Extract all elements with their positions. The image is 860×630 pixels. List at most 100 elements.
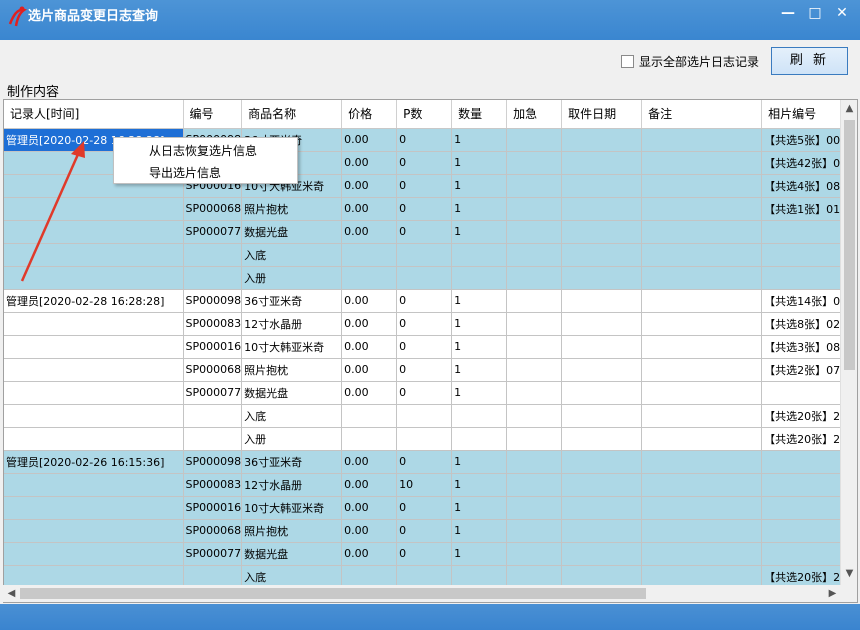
table-cell[interactable]: 0.00 — [341, 220, 398, 244]
table-cell[interactable] — [561, 519, 643, 543]
table-row[interactable]: SP000016 10寸大韩亚米奇 0.00 0 1 【共选3张】08 — [4, 335, 851, 359]
table-cell[interactable]: 【共选1张】01 — [761, 197, 851, 221]
scroll-down-icon[interactable]: ▼ — [841, 565, 857, 582]
table-cell[interactable] — [641, 542, 763, 566]
table-cell[interactable]: 入册 — [241, 427, 343, 451]
table-cell[interactable]: 【共选2张】07 — [761, 358, 851, 382]
column-header[interactable]: 商品名称 — [241, 100, 343, 129]
table-cell[interactable]: 12寸水晶册 — [241, 312, 343, 336]
table-cell[interactable]: SP000098 — [183, 289, 243, 313]
table-row[interactable]: SP000068 照片抱枕 0.00 0 1 【共选1张】01 — [4, 197, 851, 221]
table-cell[interactable] — [561, 220, 643, 244]
table-cell[interactable] — [506, 519, 563, 543]
scroll-up-icon[interactable]: ▲ — [841, 100, 857, 117]
table-cell[interactable]: 1 — [451, 220, 508, 244]
table-cell[interactable] — [506, 335, 563, 359]
table-cell[interactable]: 1 — [451, 128, 508, 152]
table-cell[interactable]: 0.00 — [341, 473, 398, 497]
table-cell[interactable] — [506, 289, 563, 313]
table-cell[interactable]: 0.00 — [341, 381, 398, 405]
table-cell[interactable] — [506, 404, 563, 428]
table-cell[interactable] — [341, 266, 398, 290]
table-cell[interactable]: 1 — [451, 358, 508, 382]
table-cell[interactable]: 1 — [451, 473, 508, 497]
table-cell[interactable]: 照片抱枕 — [241, 197, 343, 221]
table-cell[interactable] — [641, 197, 763, 221]
table-cell[interactable] — [761, 381, 851, 405]
table-cell[interactable]: 0.00 — [341, 519, 398, 543]
table-cell[interactable]: SP000077 — [183, 542, 243, 566]
column-header[interactable]: 记录人[时间] — [4, 100, 184, 129]
table-cell[interactable]: SP000016 — [183, 335, 243, 359]
table-cell[interactable] — [506, 197, 563, 221]
table-cell[interactable] — [641, 519, 763, 543]
table-cell[interactable] — [341, 404, 398, 428]
table-cell[interactable] — [561, 335, 643, 359]
table-cell[interactable]: 0.00 — [341, 289, 398, 313]
table-cell[interactable] — [341, 243, 398, 267]
column-header[interactable]: 编号 — [183, 100, 243, 129]
table-cell[interactable] — [561, 312, 643, 336]
table-cell[interactable] — [761, 450, 851, 474]
table-cell[interactable] — [561, 266, 643, 290]
table-cell[interactable]: 0 — [396, 519, 453, 543]
table-row[interactable]: 管理员[2020-02-26 16:15:36] SP000098 36寸亚米奇 0.… — [4, 450, 851, 474]
table-cell[interactable] — [506, 266, 563, 290]
table-cell[interactable] — [4, 542, 184, 566]
column-header[interactable]: 相片编号 — [761, 100, 851, 129]
table-cell[interactable] — [506, 427, 563, 451]
table-cell[interactable] — [396, 404, 453, 428]
table-cell[interactable]: 【共选8张】02 — [761, 312, 851, 336]
table-cell[interactable] — [561, 174, 643, 198]
table-cell[interactable] — [561, 358, 643, 382]
table-row[interactable]: SP000083 12寸水晶册 0.00 10 1 — [4, 473, 851, 497]
table-cell[interactable] — [183, 266, 243, 290]
table-cell[interactable]: 0 — [396, 220, 453, 244]
table-row[interactable]: 入底 【共选20张】2 — [4, 404, 851, 428]
table-row[interactable]: SP000077 数据光盘 0.00 0 1 — [4, 220, 851, 244]
table-cell[interactable] — [4, 266, 184, 290]
table-cell[interactable] — [506, 542, 563, 566]
export-menu-item[interactable]: 导出选片信息 — [149, 164, 221, 181]
table-cell[interactable]: 1 — [451, 496, 508, 520]
column-header[interactable]: 加急 — [506, 100, 563, 129]
table-cell[interactable]: 数据光盘 — [241, 381, 343, 405]
table-row[interactable]: SP000016 10寸大韩亚米奇 0.00 0 1 — [4, 496, 851, 520]
table-cell[interactable] — [451, 427, 508, 451]
table-cell[interactable] — [4, 381, 184, 405]
table-cell[interactable]: 0 — [396, 289, 453, 313]
table-cell[interactable] — [506, 312, 563, 336]
table-cell[interactable]: 入底 — [241, 243, 343, 267]
table-cell[interactable] — [761, 519, 851, 543]
table-cell[interactable] — [641, 266, 763, 290]
table-cell[interactable]: 12寸水晶册 — [241, 473, 343, 497]
table-cell[interactable]: 0.00 — [341, 174, 398, 198]
table-cell[interactable]: SP000068 — [183, 519, 243, 543]
table-cell[interactable]: 1 — [451, 335, 508, 359]
table-cell[interactable]: 1 — [451, 381, 508, 405]
table-cell[interactable]: 1 — [451, 312, 508, 336]
close-button[interactable]: ✕ — [830, 4, 854, 22]
table-cell[interactable] — [641, 128, 763, 152]
minimize-button[interactable]: — — [776, 4, 800, 22]
table-cell[interactable]: 10寸大韩亚米奇 — [241, 496, 343, 520]
table-cell[interactable]: 0.00 — [341, 496, 398, 520]
table-cell[interactable] — [561, 404, 643, 428]
table-cell[interactable] — [561, 450, 643, 474]
table-cell[interactable]: 0.00 — [341, 128, 398, 152]
table-row[interactable]: SP000077 数据光盘 0.00 0 1 — [4, 542, 851, 566]
table-cell[interactable] — [451, 404, 508, 428]
table-cell[interactable] — [561, 243, 643, 267]
table-cell[interactable] — [4, 404, 184, 428]
table-cell[interactable]: SP000083 — [183, 473, 243, 497]
table-row[interactable]: SP000077 数据光盘 0.00 0 1 — [4, 381, 851, 405]
table-cell[interactable]: 1 — [451, 151, 508, 175]
table-cell[interactable]: SP000077 — [183, 381, 243, 405]
table-cell[interactable] — [183, 243, 243, 267]
table-row[interactable]: 入底 — [4, 243, 851, 267]
vertical-scrollbar[interactable]: ▲ ▼ — [840, 100, 857, 602]
table-cell[interactable]: 0 — [396, 174, 453, 198]
table-cell[interactable]: 10 — [396, 473, 453, 497]
table-cell[interactable]: 【共选20张】2 — [761, 427, 851, 451]
table-cell[interactable]: SP000068 — [183, 358, 243, 382]
